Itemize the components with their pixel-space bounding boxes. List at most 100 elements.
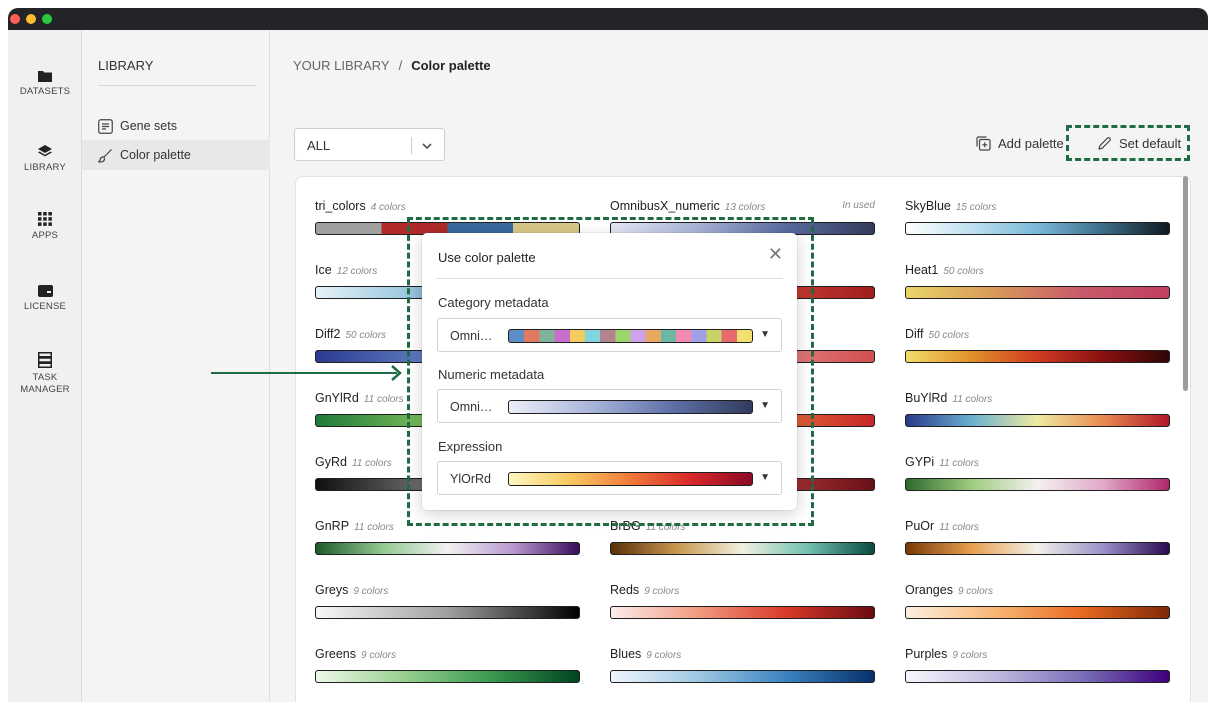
rail-item-license[interactable]: LICENSE [8,285,82,313]
palette-card[interactable]: Heat1 50 colors [905,263,1170,303]
annotation-arrow-line [211,372,397,374]
palette-swatch [905,670,1170,683]
palette-card[interactable]: Greys 9 colors [315,583,580,623]
set-default-highlight-frame [1066,125,1190,161]
palette-name: GyRd [315,455,347,469]
palette-swatch [905,222,1170,235]
palette-name: Purples [905,647,948,661]
rail-label-license: LICENSE [23,301,67,312]
palette-name: OmnibusX_numeric [610,199,720,213]
palette-count: 9 colors [952,650,988,661]
palette-name: Diff [905,327,924,341]
palette-name: BuYlRd [905,391,948,405]
palette-card[interactable]: PuOr 11 colors [905,519,1170,559]
palette-swatch [610,670,875,683]
palette-count: 15 colors [955,202,997,213]
breadcrumb-separator: / [398,58,403,73]
palette-swatch [905,350,1170,363]
palette-name: Blues [610,647,642,661]
arrow-right-icon [391,365,402,381]
palette-swatch [315,606,580,619]
palette-card[interactable]: BuYlRd 11 colors [905,391,1170,431]
palette-count: 13 colors [724,202,766,213]
palette-title: Reds 9 colors [610,583,679,597]
palette-swatch [610,606,875,619]
palette-list-scrollbar[interactable] [1183,176,1188,391]
palette-name: Oranges [905,583,953,597]
icon-rail: DATASETS LIBRARY APPS LICENSE TASK MANAG… [8,30,82,702]
filter-select-divider [411,137,412,154]
palette-count: 9 colors [361,650,397,661]
palette-swatch [610,542,875,555]
minimize-window-button[interactable] [26,14,36,24]
palette-count: 50 colors [928,330,970,341]
palette-card[interactable]: Oranges 9 colors [905,583,1170,623]
breadcrumb-root[interactable]: YOUR LIBRARY [293,58,390,73]
palette-title: GyRd 11 colors [315,455,392,469]
palette-title: SkyBlue 15 colors [905,199,996,213]
dialog-highlight-frame [407,217,814,526]
rail-item-apps[interactable]: APPS [8,212,82,242]
palette-title: tri_colors 4 colors [315,199,406,213]
palette-title: GnYlRd 11 colors [315,391,404,405]
sidebar-item-color-palette[interactable]: Color palette [82,140,270,170]
palette-count: 11 colors [952,394,993,405]
sidebar-item-gene-sets[interactable]: Gene sets [82,111,270,141]
rail-item-task-manager[interactable]: TASK MANAGER [8,352,82,396]
breadcrumb-current: Color palette [411,58,491,73]
palette-swatch [315,670,580,683]
palette-card[interactable]: Blues 9 colors [610,647,875,687]
palette-swatch [905,286,1170,299]
folder-icon [38,71,52,82]
palette-count: 9 colors [353,586,389,597]
sidebar-divider [98,85,256,86]
palette-swatch [905,542,1170,555]
breadcrumb: YOUR LIBRARY / Color palette [293,58,491,73]
palette-count: 12 colors [336,266,378,277]
palette-count: 50 colors [345,330,387,341]
layers-icon [38,145,52,157]
palette-title: Diff2 50 colors [315,327,386,341]
palette-count: 11 colors [351,458,392,469]
sidebar-title: LIBRARY [98,58,154,73]
palette-count: 11 colors [354,522,394,533]
card-icon [37,285,53,297]
brush-icon [98,148,112,163]
add-palette-button[interactable]: Add palette [976,136,1064,151]
rail-label-datasets: DATASETS [19,86,71,97]
palette-count: 11 colors [939,522,980,533]
palette-name: tri_colors [315,199,366,213]
palette-count: 4 colors [370,202,406,213]
filter-select-value: ALL [307,138,331,153]
palette-name: Heat1 [905,263,939,277]
palette-card[interactable]: Diff 50 colors [905,327,1170,367]
palette-count: 9 colors [646,650,682,661]
rail-item-datasets[interactable]: DATASETS [8,70,82,98]
palette-name: GnRP [315,519,350,533]
rail-label-manager: MANAGER [20,384,70,395]
palette-card[interactable]: GYPi 11 colors [905,455,1170,495]
palette-name: Greens [315,647,356,661]
palette-swatch [905,478,1170,491]
palette-title: Heat1 50 colors [905,263,984,277]
rail-label-apps: APPS [31,230,59,241]
palette-title: GYPi 11 colors [905,455,979,469]
palette-count: 50 colors [943,266,984,277]
palette-name: Reds [610,583,640,597]
close-window-button[interactable] [10,14,20,24]
palette-title: Greens 9 colors [315,647,396,661]
palette-card[interactable]: Reds 9 colors [610,583,875,623]
palette-card[interactable]: Purples 9 colors [905,647,1170,687]
rail-label-task: TASK [32,372,58,383]
palette-title: Blues 9 colors [610,647,681,661]
palette-title: PuOr 11 colors [905,519,979,533]
palette-card[interactable]: SkyBlue 15 colors [905,199,1170,239]
sidebar-item-label: Color palette [120,148,191,162]
palette-title: OmnibusX_numeric 13 colors [610,199,765,213]
palette-count: 9 colors [644,586,680,597]
palette-card[interactable]: Greens 9 colors [315,647,580,687]
filter-select[interactable]: ALL [294,128,445,161]
rail-item-library[interactable]: LIBRARY [8,145,82,174]
palette-title: Greys 9 colors [315,583,388,597]
maximize-window-button[interactable] [42,14,52,24]
